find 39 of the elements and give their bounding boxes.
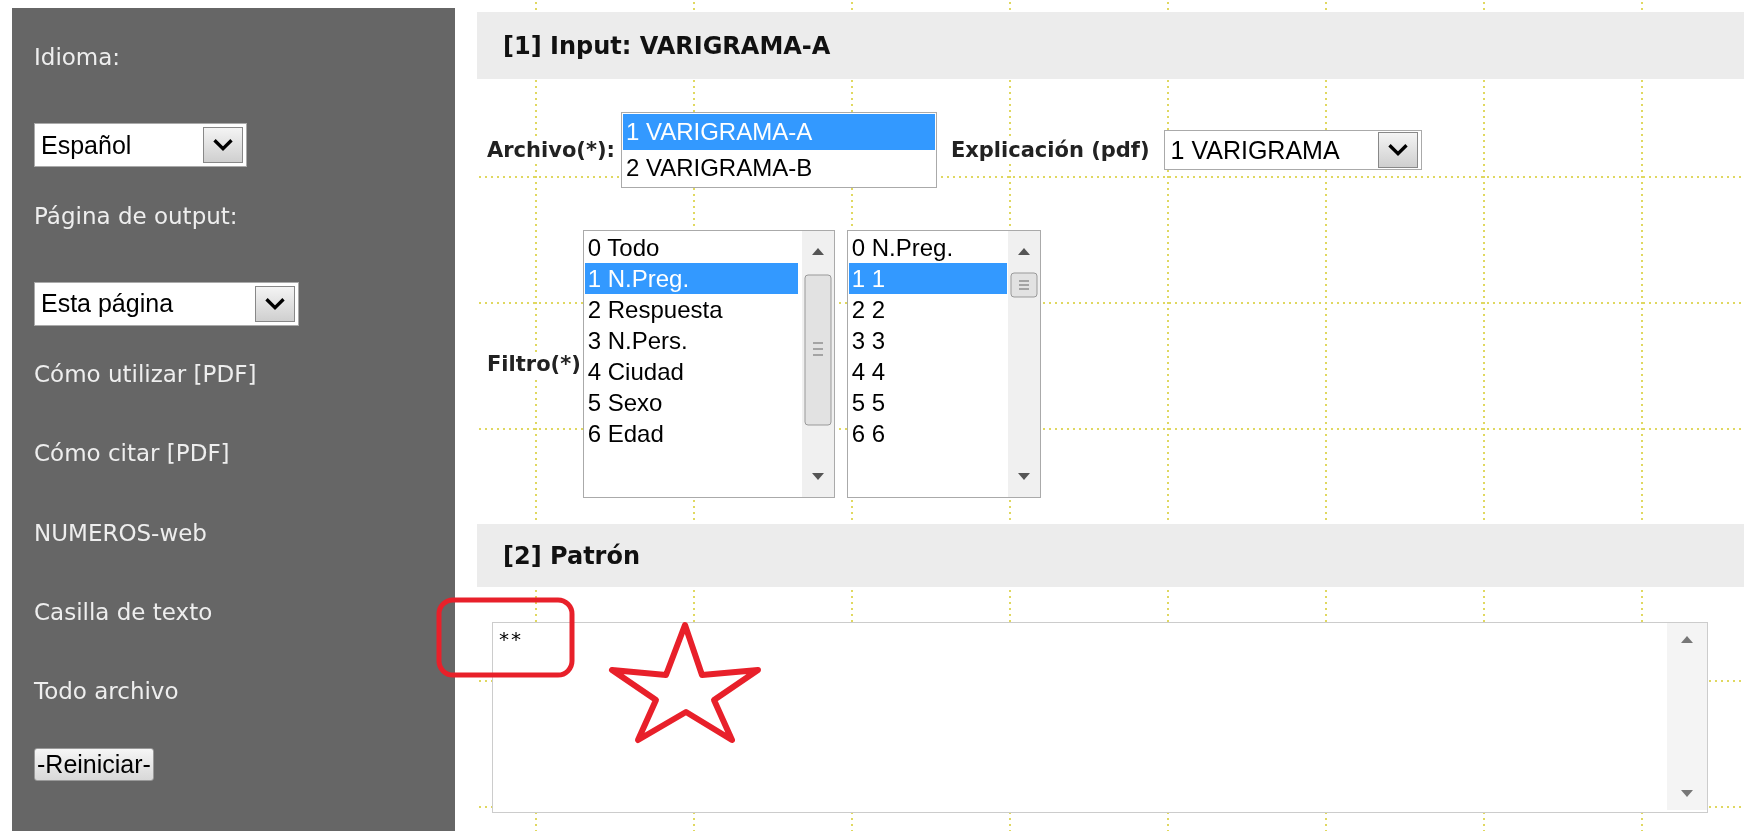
- reset-button[interactable]: -Reiniciar-: [34, 747, 154, 781]
- sidebar-label: Idioma:: [34, 44, 121, 70]
- list-option[interactable]: 6 6: [848, 418, 1007, 449]
- sidebar-link[interactable]: Cómo utilizar [PDF]: [34, 361, 257, 388]
- section-header: [2] Patrón: [477, 524, 1744, 587]
- sidebar-link[interactable]: Todo archivo: [34, 678, 179, 705]
- scrollbar[interactable]: [1667, 623, 1707, 810]
- pdf-select[interactable]: 1 VARIGRAMA: [1163, 130, 1422, 170]
- sidebar-select[interactable]: Esta página: [34, 281, 299, 326]
- list-option[interactable]: 2 VARIGRAMA-B: [622, 150, 935, 186]
- field-label: Explicación (pdf): [950, 138, 1150, 162]
- list-option[interactable]: 2 Respuesta: [584, 294, 798, 325]
- list-option[interactable]: 0 Todo: [584, 232, 798, 263]
- list-option[interactable]: 4 Ciudad: [584, 356, 798, 387]
- sidebar-link[interactable]: Casilla de texto: [34, 599, 213, 626]
- sidebar-label: Página de output:: [34, 202, 238, 229]
- list-option[interactable]: 5 5: [848, 387, 1007, 418]
- scrollbar[interactable]: [1007, 231, 1040, 497]
- list-option[interactable]: 0 N.Preg.: [848, 232, 1007, 263]
- dropdown-caret-icon[interactable]: [255, 285, 295, 322]
- list-option[interactable]: 2 2: [848, 294, 1007, 325]
- list-option[interactable]: 5 Sexo: [584, 387, 798, 418]
- list-option[interactable]: 4 4: [848, 356, 1007, 387]
- sidebar-link[interactable]: NUMEROS-web: [34, 519, 207, 546]
- list-option[interactable]: 6 Edad: [584, 418, 798, 449]
- file-listbox[interactable]: 1 VARIGRAMA-A 2 VARIGRAMA-B: [620, 112, 937, 188]
- sidebar-select[interactable]: Español: [34, 123, 247, 168]
- sidebar-link[interactable]: Cómo citar [PDF]: [34, 440, 230, 467]
- field-label: Archivo(*):: [487, 138, 615, 162]
- value-listbox[interactable]: 0 N.Preg. 1 1 2 2 3 3 4 4 5 5 6 6: [846, 230, 1041, 498]
- list-option[interactable]: 3 3: [848, 325, 1007, 356]
- dropdown-caret-icon[interactable]: [203, 127, 243, 164]
- list-option[interactable]: 3 N.Pers.: [584, 325, 798, 356]
- scrollbar[interactable]: [801, 231, 834, 497]
- dropdown-caret-icon[interactable]: [1377, 132, 1418, 168]
- section-header: [1] Input: VARIGRAMA-A: [477, 12, 1744, 79]
- filter-listbox[interactable]: 0 Todo 1 N.Preg. 2 Respuesta 3 N.Pers. 4 Ciudad 5 Sexo 6 Edad: [582, 230, 835, 498]
- pattern-textarea[interactable]: **: [492, 622, 1708, 813]
- field-label: Filtro(*): [487, 352, 581, 376]
